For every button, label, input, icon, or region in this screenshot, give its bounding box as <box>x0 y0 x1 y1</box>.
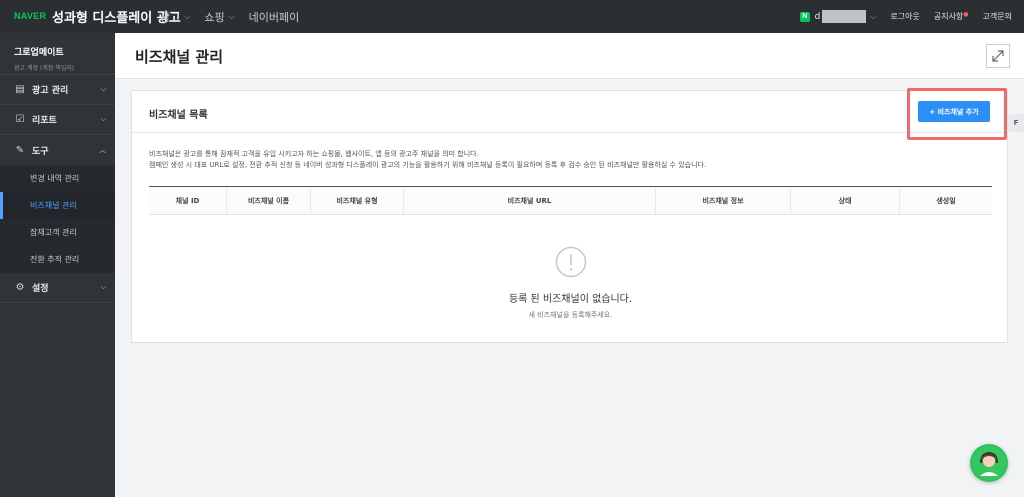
sidebar-group-label: 리포트 <box>32 116 57 126</box>
sidebar-item-bizchannel[interactable]: 비즈채널 관리 <box>0 192 115 219</box>
nav-shopping-label: 쇼핑 <box>204 11 225 24</box>
sidebar-group-label: 광고 관리 <box>32 86 69 96</box>
sidebar-group-ad-manage[interactable]: ▤ 광고 관리 ⌵ <box>0 75 115 105</box>
column-header[interactable]: 비즈채널 정보 <box>656 187 791 214</box>
description-line: 캠페인 생성 시 대표 URL로 설정, 전환 추적 신청 등 네이버 성과형 … <box>149 161 707 169</box>
account-name-masked <box>822 10 867 23</box>
naver-n-icon: N <box>799 11 810 22</box>
tool-submenu: 변경 내역 관리 비즈채널 관리 잠재고객 관리 전환 추적 관리 <box>0 165 115 273</box>
empty-state-subtitle: 새 비즈채널을 등록해주세요. <box>528 311 613 319</box>
column-header[interactable]: 비즈채널 유형 <box>311 187 404 214</box>
sidebar-account[interactable]: 그로업메이트 광고 계정 (계정 책임자) <box>0 33 115 75</box>
sidebar-item-conversion[interactable]: 전환 추적 관리 <box>0 246 115 273</box>
notice-label: 공지사항 <box>933 12 964 21</box>
notice-link[interactable]: 공지사항● <box>934 11 969 22</box>
chevron-down-icon: ⌵ <box>100 283 106 291</box>
card-header: 비즈채널 목록 + 비즈채널 추가 <box>132 88 1007 140</box>
card-description: 비즈채널은 광고를 통해 잠재적 고객을 유입 시키고자 하는 쇼핑몰, 웹사이… <box>149 149 706 171</box>
sidebar-group-label: 도구 <box>32 146 49 157</box>
gear-icon: ⚙ <box>15 282 25 293</box>
nav-naverpay[interactable]: 네이버페이 <box>249 9 300 25</box>
ad-manage-icon: ▤ <box>15 84 25 95</box>
expand-button[interactable] <box>986 44 1010 68</box>
chat-agent-avatar-icon <box>972 446 1006 480</box>
chevron-down-icon: ⌵ <box>184 12 191 21</box>
sidebar-group-report[interactable]: ☑ 리포트 ⌵ <box>0 105 115 135</box>
sidebar-item-change-history[interactable]: 변경 내역 관리 <box>0 165 115 192</box>
logout-link[interactable]: 로그아웃 <box>890 11 919 22</box>
chevron-down-icon: ⌵ <box>100 115 106 123</box>
side-feedback-tab[interactable]: F <box>1008 114 1024 132</box>
exclamation-circle-icon <box>555 246 586 278</box>
sidebar-group-label: 설정 <box>32 284 49 294</box>
sidebar-group-tool[interactable]: ✎ 도구 ︿ <box>0 135 115 165</box>
sidebar-account-name: 그로업메이트 <box>14 48 64 58</box>
support-link[interactable]: 고객문의 <box>983 11 1012 22</box>
column-header[interactable]: 비즈채널 이름 <box>227 187 311 214</box>
column-header[interactable]: 채널 ID <box>149 187 227 214</box>
sidebar-group-settings[interactable]: ⚙ 설정 ⌵ <box>0 273 115 303</box>
page-header: 비즈채널 관리 <box>115 33 1024 79</box>
top-nav: 광고 ⌵ 쇼핑 ⌵ 네이버페이 <box>160 9 299 25</box>
description-line: 비즈채널은 광고를 통해 잠재적 고객을 유입 시키고자 하는 쇼핑몰, 웹사이… <box>149 150 479 158</box>
empty-state-title: 등록 된 비즈채널이 없습니다. <box>508 294 633 305</box>
chevron-down-icon: ⌵ <box>100 85 106 93</box>
nav-shopping[interactable]: 쇼핑 ⌵ <box>204 9 234 25</box>
nav-naverpay-label: 네이버페이 <box>248 11 300 24</box>
column-header[interactable]: 비즈채널 URL <box>404 187 656 214</box>
report-icon: ☑ <box>15 114 25 125</box>
nav-ads-label: 광고 <box>160 11 181 24</box>
bizchannel-table: 채널 ID 비즈채널 이름 비즈채널 유형 비즈채널 URL 비즈채널 정보 상… <box>149 186 992 215</box>
bizchannel-card: 비즈채널 목록 + 비즈채널 추가 비즈채널은 광고를 통해 잠재적 고객을 유… <box>131 88 1008 343</box>
sidebar-account-role: 광고 계정 (계정 책임자) <box>14 65 75 72</box>
naver-logo[interactable]: NAVER <box>14 11 46 21</box>
sidebar: 그로업메이트 광고 계정 (계정 책임자) ▤ 광고 관리 ⌵ ☑ 리포트 ⌵ … <box>0 33 115 497</box>
table-header: 채널 ID 비즈채널 이름 비즈채널 유형 비즈채널 URL 비즈채널 정보 상… <box>149 186 992 215</box>
add-bizchannel-button[interactable]: + 비즈채널 추가 <box>918 101 990 122</box>
chevron-up-icon: ︿ <box>99 146 106 154</box>
chevron-down-icon: ⌵ <box>228 12 235 21</box>
column-header[interactable]: 상태 <box>791 187 900 214</box>
account-chevron-down-icon[interactable]: ⌵ <box>870 12 876 22</box>
top-bar: NAVER 성과형 디스플레이 광고 광고 ⌵ 쇼핑 ⌵ 네이버페이 N d ⌵… <box>0 0 1024 33</box>
page-title: 비즈채널 관리 <box>135 48 224 66</box>
column-header[interactable]: 생성일 <box>900 187 992 214</box>
sidebar-item-audience[interactable]: 잠재고객 관리 <box>0 219 115 246</box>
expand-icon <box>992 50 1004 62</box>
chat-assistant-button[interactable] <box>970 444 1008 482</box>
notice-dot-icon: ● <box>963 11 969 18</box>
empty-state: 등록 된 비즈채널이 없습니다. 새 비즈채널을 등록해주세요. <box>149 246 992 320</box>
card-title: 비즈채널 목록 <box>149 110 208 121</box>
nav-ads[interactable]: 광고 ⌵ <box>160 9 190 25</box>
tool-icon: ✎ <box>15 144 25 156</box>
account-name[interactable]: d <box>815 12 821 22</box>
top-right-area: N d ⌵ 로그아웃 공지사항● 고객문의 <box>799 0 1024 33</box>
